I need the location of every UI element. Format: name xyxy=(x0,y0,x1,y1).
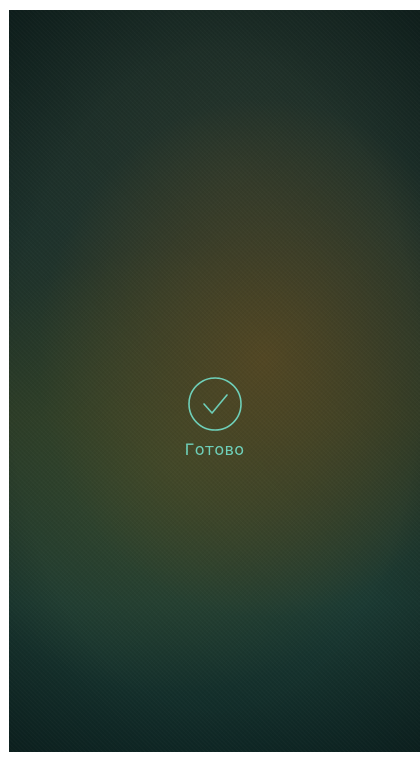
check-circle-icon xyxy=(187,377,242,431)
done-label: Готово xyxy=(184,440,245,459)
status-screen: Готово xyxy=(9,10,420,752)
completion-indicator: Готово xyxy=(9,376,420,459)
